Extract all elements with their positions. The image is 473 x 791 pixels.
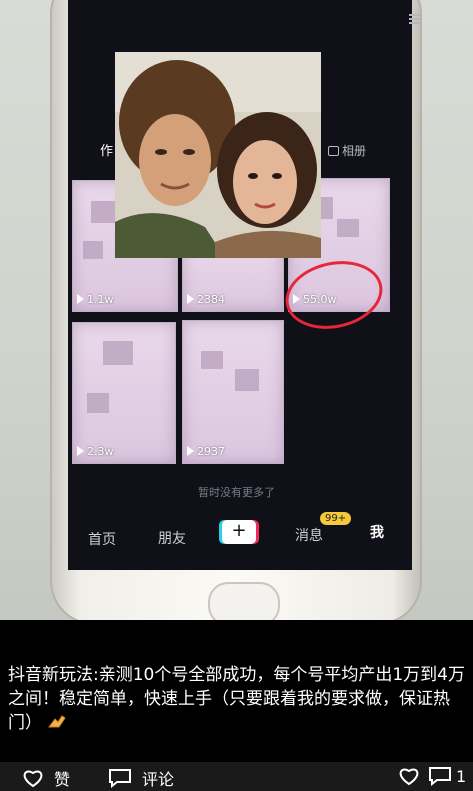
video-tile: 2937 xyxy=(182,320,284,464)
play-icon xyxy=(187,446,194,456)
nav-messages: 消息 xyxy=(295,528,323,544)
tab-works: 作 xyxy=(100,144,114,159)
comment-count-button[interactable]: 1 xyxy=(428,766,466,786)
portrait-image xyxy=(115,52,321,258)
hand-emoji-icon xyxy=(47,713,67,738)
tab-album-label: 相册 xyxy=(342,144,367,158)
view-count: 1.1w xyxy=(77,293,114,306)
nav-home: 首页 xyxy=(88,532,116,548)
view-count: 2937 xyxy=(187,445,225,458)
hamburger-menu-icon xyxy=(409,14,421,24)
play-icon xyxy=(77,446,84,456)
action-bar: 赞 评论 1 xyxy=(0,762,473,791)
comment-icon xyxy=(109,769,131,788)
heart-icon xyxy=(23,770,43,788)
tab-album: 相册 xyxy=(328,142,366,159)
post-caption: 抖音新玩法:亲测10个号全部成功，每个号平均产出1万到4万之间！稳定简单，快速上… xyxy=(8,663,466,738)
play-icon xyxy=(77,294,84,304)
nav-me: 我 xyxy=(370,525,384,541)
phone-home-button xyxy=(208,582,280,620)
comment-button[interactable]: 评论 xyxy=(108,766,174,790)
video-tile: 2.3w xyxy=(72,322,176,464)
view-count-label: 2384 xyxy=(197,293,225,306)
messages-badge: 99+ xyxy=(320,512,352,525)
no-more-text: 暂时没有更多了 xyxy=(198,486,275,499)
view-count: 2.3w xyxy=(77,445,114,458)
lock-icon xyxy=(328,146,339,156)
nav-friends: 朋友 xyxy=(158,531,186,547)
like-label: 赞 xyxy=(54,770,71,789)
comment-label: 评论 xyxy=(142,770,175,789)
caption-text: 抖音新玩法:亲测10个号全部成功，每个号平均产出1万到4万之间！稳定简单，快速上… xyxy=(8,665,465,733)
comment-count: 1 xyxy=(456,766,467,786)
view-count: 2384 xyxy=(187,293,225,306)
nav-plus-button: + xyxy=(222,520,256,544)
view-count-label: 1.1w xyxy=(87,293,114,306)
like-count-button[interactable] xyxy=(398,766,430,786)
view-count-label: 2937 xyxy=(197,445,225,458)
view-count-label: 2.3w xyxy=(87,445,114,458)
like-button[interactable]: 赞 xyxy=(22,766,70,790)
post-photo[interactable]: 作 相册 1.1w 2384 55.0w 2.3w 2937 暂时没有更多了 首… xyxy=(0,0,473,620)
heart-icon xyxy=(399,768,419,786)
overlaid-portrait-photo xyxy=(115,52,321,258)
play-icon xyxy=(187,294,194,304)
comment-icon xyxy=(429,767,451,786)
